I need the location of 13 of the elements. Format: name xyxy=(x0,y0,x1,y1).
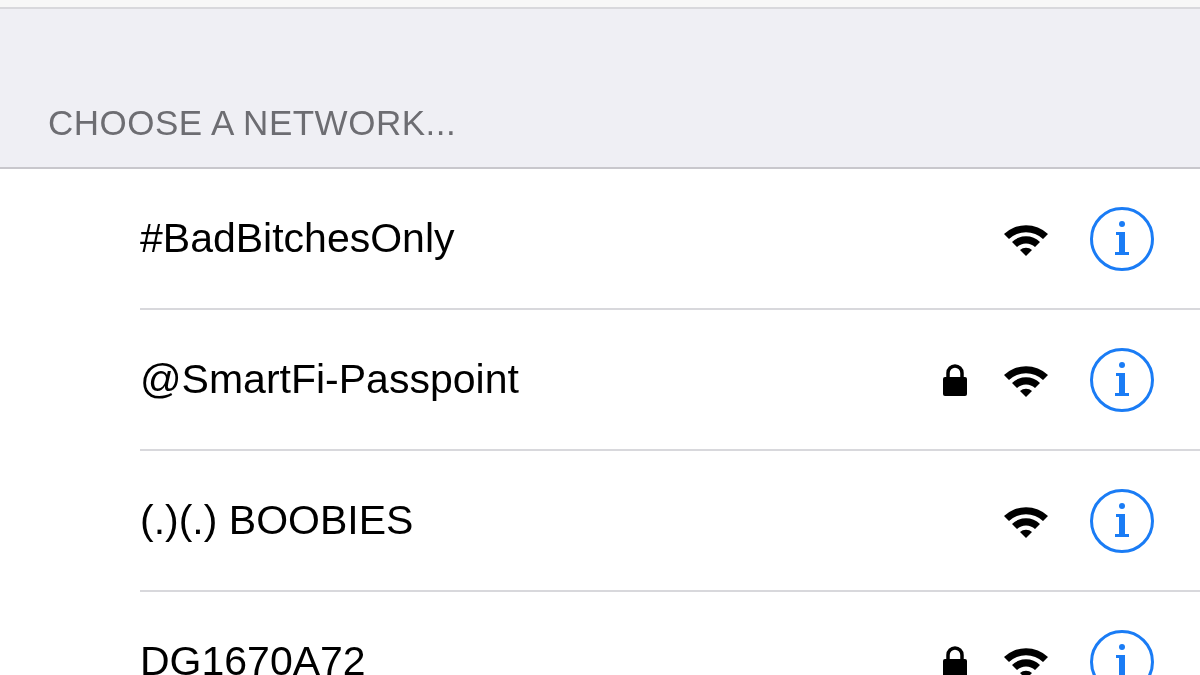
network-name: #BadBitchesOnly xyxy=(140,215,455,262)
info-icon[interactable] xyxy=(1090,629,1154,675)
network-row[interactable]: DG1670A72 xyxy=(140,592,1200,675)
info-icon[interactable] xyxy=(1090,206,1154,271)
network-row[interactable]: (.)(.) BOOBIES xyxy=(140,451,1200,592)
network-row[interactable]: @SmartFi-Passpoint xyxy=(140,310,1200,451)
network-row[interactable]: #BadBitchesOnly xyxy=(140,169,1200,310)
network-name: @SmartFi-Passpoint xyxy=(140,356,519,403)
info-icon[interactable] xyxy=(1090,347,1154,412)
section-header: CHOOSE A NETWORK... xyxy=(48,103,457,143)
info-icon[interactable] xyxy=(1090,488,1154,553)
network-name: DG1670A72 xyxy=(140,638,366,675)
network-name: (.)(.) BOOBIES xyxy=(140,497,414,544)
